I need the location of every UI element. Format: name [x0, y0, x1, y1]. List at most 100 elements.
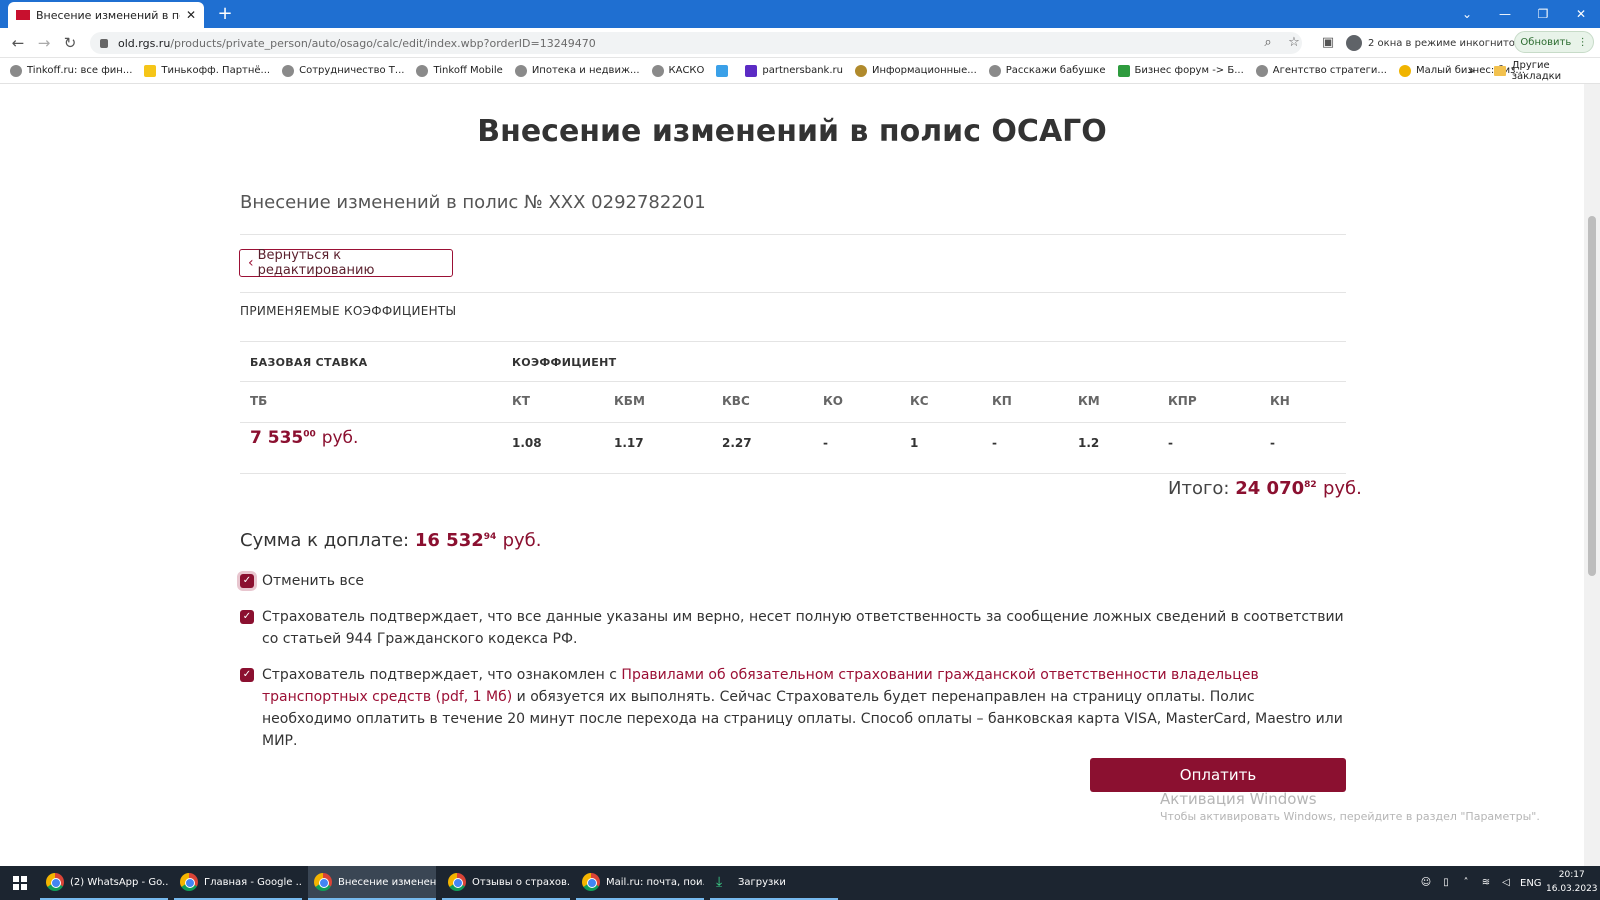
bookmark-item[interactable]: Информационные...	[854, 64, 977, 77]
total-value: 24 07082 руб.	[1235, 478, 1362, 499]
column-header: ТБ	[250, 394, 268, 408]
chevron-left-icon: ‹	[248, 255, 254, 271]
page-content: Внесение изменений в полис ОСАГО Внесени…	[0, 84, 1584, 866]
chrome-icon	[448, 873, 466, 891]
taskbar-app-google[interactable]: Главная - Google ...	[174, 866, 302, 900]
rules-agreement-row: ✓ Страхователь подтверждает, что ознаком…	[240, 664, 1346, 752]
volume-icon[interactable]: ◁	[1500, 877, 1512, 889]
more-bookmarks-icon[interactable]: »	[1468, 64, 1475, 77]
restore-button[interactable]: ❐	[1524, 0, 1562, 28]
bookmark-item[interactable]: Tinkoff Mobile	[416, 64, 503, 77]
base-rate-dec: 00	[303, 429, 316, 440]
language-indicator[interactable]: ENG	[1520, 878, 1542, 889]
bookmark-item[interactable]: Расскажи бабушке	[988, 64, 1106, 77]
system-clock[interactable]: 20:17 16.03.2023	[1546, 868, 1598, 896]
base-rate-int: 7 535	[250, 428, 304, 448]
checkmark-icon	[1117, 64, 1130, 77]
start-button[interactable]	[0, 866, 40, 900]
bookmark-icon	[1398, 64, 1411, 77]
people-icon[interactable]: ☺	[1420, 877, 1432, 889]
bookmark-icon	[282, 64, 295, 77]
tab-search-icon[interactable]: ⌄	[1448, 0, 1486, 28]
close-tab-icon[interactable]: ✕	[186, 8, 196, 22]
bookmark-item[interactable]: Тинькофф. Партнё...	[144, 64, 271, 77]
page-title: Внесение изменений в полис ОСАГО	[477, 114, 1107, 149]
bookmark-item[interactable]	[716, 64, 733, 77]
taskbar-app-downloads[interactable]: ⤓ Загрузки	[710, 866, 838, 900]
coefficients-section-title: ПРИМЕНЯЕМЫЕ КОЭФФИЦИЕНТЫ	[240, 304, 457, 318]
close-window-button[interactable]: ✕	[1562, 0, 1600, 28]
chrome-icon	[180, 873, 198, 891]
total-label: Итого:	[1168, 478, 1230, 499]
bookmark-star-icon[interactable]: ☆	[1284, 33, 1304, 53]
bookmark-label: Информационные...	[871, 65, 977, 76]
browser-tab-active[interactable]: Внесение изменений в полис О ✕	[8, 2, 204, 28]
taskbar-app-whatsapp[interactable]: (2) WhatsApp - Go...	[40, 866, 168, 900]
other-bookmarks[interactable]: Другие закладки	[1494, 58, 1600, 84]
amount-to-pay: Сумма к доплате: 16 53294 руб.	[240, 530, 541, 551]
data-accuracy-checkbox[interactable]: ✓	[240, 610, 254, 624]
lock-icon	[100, 38, 108, 48]
bookmark-item[interactable]: Бизнес форум -> Б...	[1117, 64, 1244, 77]
bookmark-label: Тинькофф. Партнё...	[161, 65, 271, 76]
url-host: old.rgs.ru	[118, 36, 171, 50]
chrome-icon	[46, 873, 64, 891]
column-header: КБМ	[614, 394, 645, 408]
divider	[240, 381, 1346, 382]
scrollbar-thumb[interactable]	[1588, 216, 1596, 576]
column-header: КО	[823, 394, 844, 408]
taskbar-app-reviews[interactable]: Отзывы о страхов...	[442, 866, 570, 900]
bookmark-label: Tinkoff.ru: все фин...	[27, 65, 133, 76]
policy-subtitle: Внесение изменений в полис № XXX 0292782…	[240, 192, 706, 213]
bookmark-label: Бизнес форум -> Б...	[1134, 65, 1244, 76]
bookmark-item[interactable]: Ипотека и недвиж...	[514, 64, 640, 77]
data-accuracy-label: Страхователь подтверждает, что все данны…	[262, 609, 1344, 647]
divider	[240, 422, 1346, 423]
total-int: 24 070	[1235, 478, 1305, 499]
zoom-icon[interactable]: ⌕	[1258, 33, 1278, 53]
windows-taskbar: (2) WhatsApp - Go... Главная - Google ..…	[0, 866, 1600, 900]
side-panel-icon[interactable]: ▣	[1318, 33, 1338, 53]
rules-agreement-checkbox[interactable]: ✓	[240, 668, 254, 682]
new-tab-button[interactable]: +	[214, 4, 236, 24]
address-bar[interactable]: old.rgs.ru/products/private_person/auto/…	[90, 32, 1302, 54]
pay-button[interactable]: Оплатить	[1090, 758, 1346, 792]
cancel-all-checkbox[interactable]: ✓	[240, 574, 254, 588]
other-bookmarks-label: Другие закладки	[1511, 60, 1562, 82]
rules-agreement-text: Страхователь подтверждает, что ознакомле…	[262, 664, 1346, 752]
bookmark-label: Агентство стратеги...	[1272, 65, 1387, 76]
back-arrow-icon[interactable]: ←	[8, 33, 28, 53]
taskbar-app-rgs[interactable]: Внесение изменен...	[308, 866, 436, 900]
column-header: КПР	[1168, 394, 1197, 408]
incognito-indicator[interactable]: 2 окна в режиме инкогнито	[1346, 33, 1515, 53]
taskbar-app-mailru[interactable]: Mail.ru: почта, пои...	[576, 866, 704, 900]
taskbar-app-label: Отзывы о страхов...	[472, 876, 570, 888]
page-scrollbar[interactable]	[1584, 84, 1600, 866]
bookmark-item[interactable]: Tinkoff.ru: все фин...	[10, 64, 133, 77]
reload-icon[interactable]: ↻	[60, 33, 80, 53]
table-cell: -	[1168, 436, 1173, 450]
battery-icon[interactable]: ▯	[1440, 877, 1452, 889]
table-cell: 1.2	[1078, 436, 1100, 450]
minimize-button[interactable]: —	[1486, 0, 1524, 28]
back-to-edit-button[interactable]: ‹ Вернуться к редактированию	[239, 248, 453, 278]
cancel-all-label[interactable]: Отменить все	[262, 570, 364, 592]
wifi-icon[interactable]: ≋	[1480, 877, 1492, 889]
divider	[240, 234, 1346, 235]
table-cell: 1.08	[512, 436, 542, 450]
taskbar-app-label: Главная - Google ...	[204, 876, 302, 888]
cancel-all-row: ✓ Отменить все	[240, 570, 1346, 592]
update-button[interactable]: Обновить ⋮	[1514, 31, 1594, 53]
amount-to-pay-value: 16 53294 руб.	[415, 530, 542, 551]
windows-activation-text: Чтобы активировать Windows, перейдите в …	[1160, 810, 1540, 823]
bookmark-item[interactable]: КАСКО	[651, 64, 704, 77]
bookmark-item[interactable]: partnersbank.ru	[745, 64, 843, 77]
column-header: КП	[992, 394, 1012, 408]
pay-currency: руб.	[502, 530, 542, 551]
tab-title: Внесение изменений в полис О	[36, 8, 180, 22]
forward-arrow-icon[interactable]: →	[34, 33, 54, 53]
taskbar-app-label: (2) WhatsApp - Go...	[70, 876, 168, 888]
bookmark-item[interactable]: Агентство стратеги...	[1255, 64, 1387, 77]
bookmark-item[interactable]: Сотрудничество Т...	[282, 64, 404, 77]
chevron-up-icon[interactable]: ˄	[1460, 877, 1472, 889]
